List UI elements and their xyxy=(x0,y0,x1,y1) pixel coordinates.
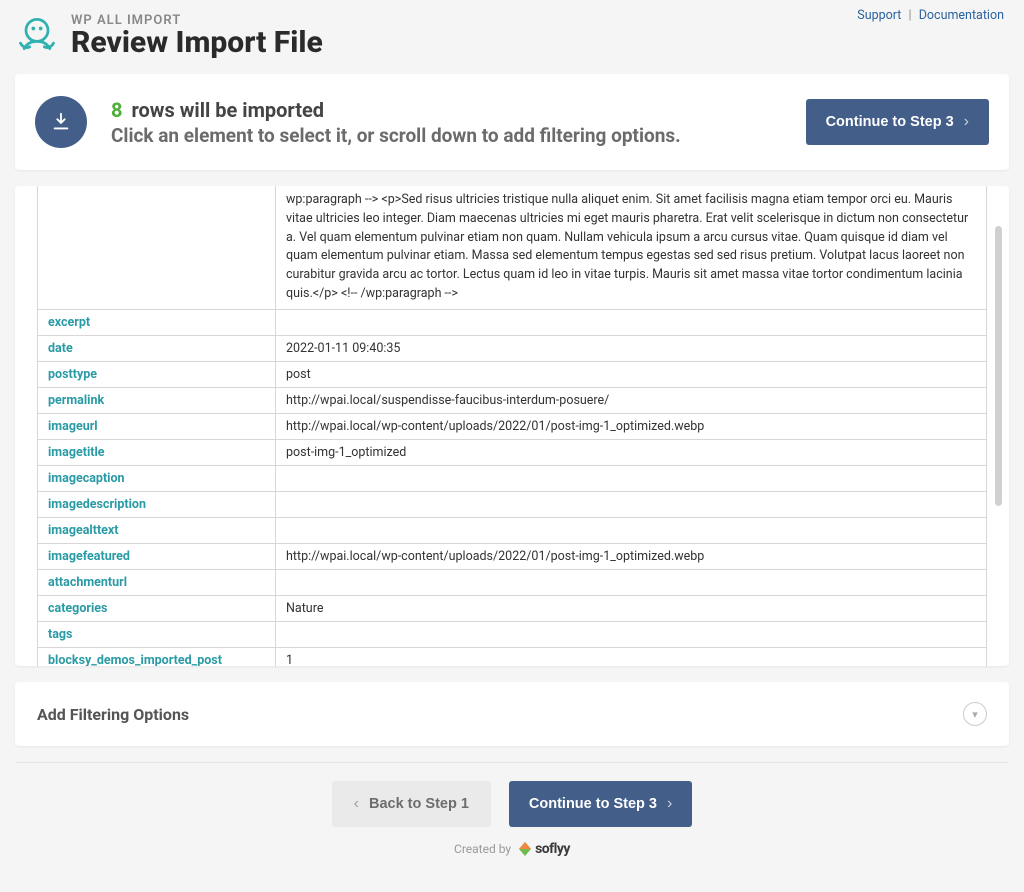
scrollbar-track xyxy=(995,186,1002,666)
chevron-down-icon[interactable]: ▾ xyxy=(963,702,987,726)
hero-headline: 8 rows will be imported xyxy=(111,98,681,122)
field-key[interactable]: posttype xyxy=(38,361,276,387)
chevron-left-icon: ‹ xyxy=(354,795,359,813)
field-value[interactable]: 2022-01-11 09:40:35 xyxy=(276,335,987,361)
continue-step3-button-top[interactable]: Continue to Step 3 › xyxy=(806,99,989,145)
footer-nav: ‹ Back to Step 1 Continue to Step 3 › xyxy=(0,781,1024,827)
table-row[interactable]: excerpt xyxy=(38,309,987,335)
documentation-link[interactable]: Documentation xyxy=(919,8,1004,23)
field-key[interactable]: imageurl xyxy=(38,413,276,439)
scrollbar-thumb[interactable] xyxy=(995,226,1002,506)
chevron-right-icon: › xyxy=(667,795,672,813)
field-key[interactable]: date xyxy=(38,335,276,361)
field-key[interactable]: excerpt xyxy=(38,309,276,335)
data-table-panel: wp:paragraph --> <p>Sed risus ultricies … xyxy=(15,186,1009,666)
table-row[interactable]: tags xyxy=(38,621,987,647)
table-row[interactable]: blocksy_demos_imported_post1 xyxy=(38,647,987,666)
field-key[interactable]: imagefeatured xyxy=(38,543,276,569)
brand: WP ALL IMPORT Review Import File xyxy=(15,12,323,60)
hero-panel: 8 rows will be imported Click an element… xyxy=(15,74,1009,170)
filter-title: Add Filtering Options xyxy=(37,705,189,724)
field-value[interactable]: http://wpai.local/wp-content/uploads/202… xyxy=(276,413,987,439)
import-count: 8 xyxy=(111,98,122,122)
field-value[interactable] xyxy=(276,491,987,517)
page-title: Review Import File xyxy=(71,26,323,59)
divider xyxy=(15,762,1009,763)
table-row[interactable]: imagealttext xyxy=(38,517,987,543)
table-row[interactable]: imagedescription xyxy=(38,491,987,517)
top-header: WP ALL IMPORT Review Import File Support… xyxy=(0,0,1024,74)
top-links: Support | Documentation xyxy=(857,8,1004,23)
import-circle-icon xyxy=(35,96,87,148)
table-row[interactable]: posttypepost xyxy=(38,361,987,387)
field-value[interactable]: 1 xyxy=(276,647,987,666)
table-row[interactable]: imagefeaturedhttp://wpai.local/wp-conten… xyxy=(38,543,987,569)
field-value[interactable] xyxy=(276,517,987,543)
back-step1-button[interactable]: ‹ Back to Step 1 xyxy=(332,781,491,827)
partial-content-text: wp:paragraph --> <p>Sed risus ultricies … xyxy=(286,191,976,304)
field-value[interactable]: Nature xyxy=(276,595,987,621)
field-key[interactable]: permalink xyxy=(38,387,276,413)
link-separator: | xyxy=(909,8,912,23)
vendor-name: soflyy xyxy=(535,841,570,857)
field-value[interactable]: wp:paragraph --> <p>Sed risus ultricies … xyxy=(276,186,987,309)
table-row[interactable]: categoriesNature xyxy=(38,595,987,621)
import-data-table: wp:paragraph --> <p>Sed risus ultricies … xyxy=(37,186,987,666)
octopus-logo-icon xyxy=(15,12,59,60)
continue-label-top: Continue to Step 3 xyxy=(826,114,954,130)
field-value[interactable]: http://wpai.local/wp-content/uploads/202… xyxy=(276,543,987,569)
field-key[interactable]: imagealttext xyxy=(38,517,276,543)
field-value[interactable] xyxy=(276,569,987,595)
field-key[interactable]: categories xyxy=(38,595,276,621)
field-value[interactable]: post xyxy=(276,361,987,387)
table-row[interactable]: date2022-01-11 09:40:35 xyxy=(38,335,987,361)
created-by: Created by soflyy xyxy=(0,841,1024,857)
continue-step3-button-bottom[interactable]: Continue to Step 3 › xyxy=(509,781,692,827)
table-row[interactable]: imagetitlepost-img-1_optimized xyxy=(38,439,987,465)
table-row[interactable]: attachmenturl xyxy=(38,569,987,595)
field-key[interactable]: blocksy_demos_imported_post xyxy=(38,647,276,666)
continue-label-bottom: Continue to Step 3 xyxy=(529,796,657,812)
field-value[interactable] xyxy=(276,309,987,335)
chevron-right-icon: › xyxy=(964,113,969,131)
field-key[interactable]: attachmenturl xyxy=(38,569,276,595)
field-value[interactable] xyxy=(276,465,987,491)
hero-subline: Click an element to select it, or scroll… xyxy=(111,124,681,147)
table-scroll-area[interactable]: wp:paragraph --> <p>Sed risus ultricies … xyxy=(15,186,1009,666)
field-key[interactable]: imagedescription xyxy=(38,491,276,517)
field-key[interactable] xyxy=(38,186,276,309)
hero-headline-suffix: rows will be imported xyxy=(131,98,324,122)
field-key[interactable]: imagetitle xyxy=(38,439,276,465)
field-value[interactable] xyxy=(276,621,987,647)
field-key[interactable]: tags xyxy=(38,621,276,647)
back-label: Back to Step 1 xyxy=(369,796,469,812)
table-row[interactable]: wp:paragraph --> <p>Sed risus ultricies … xyxy=(38,186,987,309)
filter-panel-header[interactable]: Add Filtering Options ▾ xyxy=(15,682,1009,746)
field-value[interactable]: post-img-1_optimized xyxy=(276,439,987,465)
created-by-text: Created by xyxy=(454,842,511,856)
table-row[interactable]: permalinkhttp://wpai.local/suspendisse-f… xyxy=(38,387,987,413)
field-value[interactable]: http://wpai.local/suspendisse-faucibus-i… xyxy=(276,387,987,413)
field-key[interactable]: imagecaption xyxy=(38,465,276,491)
soflyy-logo[interactable]: soflyy xyxy=(517,841,570,857)
support-link[interactable]: Support xyxy=(857,8,901,23)
table-row[interactable]: imagecaption xyxy=(38,465,987,491)
table-row[interactable]: imageurlhttp://wpai.local/wp-content/upl… xyxy=(38,413,987,439)
